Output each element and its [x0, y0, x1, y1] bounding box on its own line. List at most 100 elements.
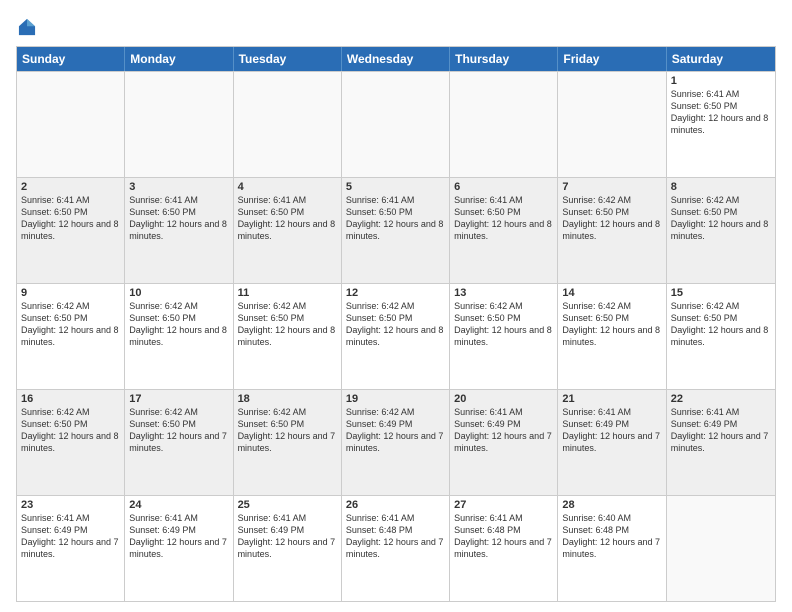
- day-cell-24: 24Sunrise: 6:41 AM Sunset: 6:49 PM Dayli…: [125, 496, 233, 601]
- day-info: Sunrise: 6:42 AM Sunset: 6:50 PM Dayligh…: [21, 300, 120, 349]
- empty-cell: [667, 496, 775, 601]
- day-number: 27: [454, 499, 553, 511]
- day-info: Sunrise: 6:42 AM Sunset: 6:50 PM Dayligh…: [671, 194, 771, 243]
- day-number: 17: [129, 393, 228, 405]
- day-number: 15: [671, 287, 771, 299]
- header-day-tuesday: Tuesday: [234, 47, 342, 71]
- day-cell-22: 22Sunrise: 6:41 AM Sunset: 6:49 PM Dayli…: [667, 390, 775, 495]
- calendar-week-4: 23Sunrise: 6:41 AM Sunset: 6:49 PM Dayli…: [17, 495, 775, 601]
- day-number: 13: [454, 287, 553, 299]
- day-number: 28: [562, 499, 661, 511]
- day-number: 26: [346, 499, 445, 511]
- day-cell-17: 17Sunrise: 6:42 AM Sunset: 6:50 PM Dayli…: [125, 390, 233, 495]
- day-cell-5: 5Sunrise: 6:41 AM Sunset: 6:50 PM Daylig…: [342, 178, 450, 283]
- day-cell-14: 14Sunrise: 6:42 AM Sunset: 6:50 PM Dayli…: [558, 284, 666, 389]
- day-info: Sunrise: 6:41 AM Sunset: 6:49 PM Dayligh…: [671, 406, 771, 455]
- day-number: 1: [671, 75, 771, 87]
- header: [16, 16, 776, 38]
- day-cell-12: 12Sunrise: 6:42 AM Sunset: 6:50 PM Dayli…: [342, 284, 450, 389]
- day-info: Sunrise: 6:42 AM Sunset: 6:50 PM Dayligh…: [129, 406, 228, 455]
- header-day-friday: Friday: [558, 47, 666, 71]
- day-cell-16: 16Sunrise: 6:42 AM Sunset: 6:50 PM Dayli…: [17, 390, 125, 495]
- empty-cell: [342, 72, 450, 177]
- calendar-week-0: 1Sunrise: 6:41 AM Sunset: 6:50 PM Daylig…: [17, 71, 775, 177]
- day-number: 18: [238, 393, 337, 405]
- calendar: SundayMondayTuesdayWednesdayThursdayFrid…: [16, 46, 776, 602]
- header-day-thursday: Thursday: [450, 47, 558, 71]
- calendar-week-1: 2Sunrise: 6:41 AM Sunset: 6:50 PM Daylig…: [17, 177, 775, 283]
- day-cell-11: 11Sunrise: 6:42 AM Sunset: 6:50 PM Dayli…: [234, 284, 342, 389]
- day-cell-8: 8Sunrise: 6:42 AM Sunset: 6:50 PM Daylig…: [667, 178, 775, 283]
- day-cell-7: 7Sunrise: 6:42 AM Sunset: 6:50 PM Daylig…: [558, 178, 666, 283]
- day-number: 2: [21, 181, 120, 193]
- day-info: Sunrise: 6:41 AM Sunset: 6:48 PM Dayligh…: [454, 512, 553, 561]
- day-number: 8: [671, 181, 771, 193]
- day-info: Sunrise: 6:41 AM Sunset: 6:48 PM Dayligh…: [346, 512, 445, 561]
- day-info: Sunrise: 6:42 AM Sunset: 6:50 PM Dayligh…: [129, 300, 228, 349]
- day-info: Sunrise: 6:42 AM Sunset: 6:50 PM Dayligh…: [562, 194, 661, 243]
- calendar-week-3: 16Sunrise: 6:42 AM Sunset: 6:50 PM Dayli…: [17, 389, 775, 495]
- empty-cell: [234, 72, 342, 177]
- day-info: Sunrise: 6:41 AM Sunset: 6:50 PM Dayligh…: [238, 194, 337, 243]
- day-number: 6: [454, 181, 553, 193]
- day-cell-2: 2Sunrise: 6:41 AM Sunset: 6:50 PM Daylig…: [17, 178, 125, 283]
- day-info: Sunrise: 6:41 AM Sunset: 6:49 PM Dayligh…: [129, 512, 228, 561]
- calendar-body: 1Sunrise: 6:41 AM Sunset: 6:50 PM Daylig…: [17, 71, 775, 601]
- day-number: 21: [562, 393, 661, 405]
- logo-icon: [16, 16, 38, 38]
- day-info: Sunrise: 6:41 AM Sunset: 6:50 PM Dayligh…: [346, 194, 445, 243]
- day-info: Sunrise: 6:40 AM Sunset: 6:48 PM Dayligh…: [562, 512, 661, 561]
- day-cell-15: 15Sunrise: 6:42 AM Sunset: 6:50 PM Dayli…: [667, 284, 775, 389]
- day-cell-13: 13Sunrise: 6:42 AM Sunset: 6:50 PM Dayli…: [450, 284, 558, 389]
- day-cell-25: 25Sunrise: 6:41 AM Sunset: 6:49 PM Dayli…: [234, 496, 342, 601]
- day-info: Sunrise: 6:42 AM Sunset: 6:50 PM Dayligh…: [238, 300, 337, 349]
- day-cell-18: 18Sunrise: 6:42 AM Sunset: 6:50 PM Dayli…: [234, 390, 342, 495]
- day-cell-3: 3Sunrise: 6:41 AM Sunset: 6:50 PM Daylig…: [125, 178, 233, 283]
- day-info: Sunrise: 6:41 AM Sunset: 6:50 PM Dayligh…: [129, 194, 228, 243]
- day-info: Sunrise: 6:42 AM Sunset: 6:50 PM Dayligh…: [562, 300, 661, 349]
- empty-cell: [558, 72, 666, 177]
- day-cell-1: 1Sunrise: 6:41 AM Sunset: 6:50 PM Daylig…: [667, 72, 775, 177]
- day-cell-26: 26Sunrise: 6:41 AM Sunset: 6:48 PM Dayli…: [342, 496, 450, 601]
- day-info: Sunrise: 6:41 AM Sunset: 6:49 PM Dayligh…: [238, 512, 337, 561]
- header-day-sunday: Sunday: [17, 47, 125, 71]
- header-day-wednesday: Wednesday: [342, 47, 450, 71]
- day-number: 5: [346, 181, 445, 193]
- day-number: 19: [346, 393, 445, 405]
- day-number: 23: [21, 499, 120, 511]
- day-cell-19: 19Sunrise: 6:42 AM Sunset: 6:49 PM Dayli…: [342, 390, 450, 495]
- day-number: 16: [21, 393, 120, 405]
- day-info: Sunrise: 6:41 AM Sunset: 6:49 PM Dayligh…: [562, 406, 661, 455]
- day-cell-27: 27Sunrise: 6:41 AM Sunset: 6:48 PM Dayli…: [450, 496, 558, 601]
- day-info: Sunrise: 6:41 AM Sunset: 6:49 PM Dayligh…: [21, 512, 120, 561]
- day-cell-20: 20Sunrise: 6:41 AM Sunset: 6:49 PM Dayli…: [450, 390, 558, 495]
- day-number: 12: [346, 287, 445, 299]
- empty-cell: [450, 72, 558, 177]
- day-info: Sunrise: 6:41 AM Sunset: 6:49 PM Dayligh…: [454, 406, 553, 455]
- day-info: Sunrise: 6:42 AM Sunset: 6:50 PM Dayligh…: [671, 300, 771, 349]
- header-day-monday: Monday: [125, 47, 233, 71]
- day-info: Sunrise: 6:41 AM Sunset: 6:50 PM Dayligh…: [21, 194, 120, 243]
- calendar-week-2: 9Sunrise: 6:42 AM Sunset: 6:50 PM Daylig…: [17, 283, 775, 389]
- day-info: Sunrise: 6:42 AM Sunset: 6:50 PM Dayligh…: [21, 406, 120, 455]
- day-number: 24: [129, 499, 228, 511]
- page: SundayMondayTuesdayWednesdayThursdayFrid…: [0, 0, 792, 612]
- day-cell-28: 28Sunrise: 6:40 AM Sunset: 6:48 PM Dayli…: [558, 496, 666, 601]
- day-info: Sunrise: 6:41 AM Sunset: 6:50 PM Dayligh…: [671, 88, 771, 137]
- day-number: 4: [238, 181, 337, 193]
- empty-cell: [17, 72, 125, 177]
- day-number: 10: [129, 287, 228, 299]
- day-cell-9: 9Sunrise: 6:42 AM Sunset: 6:50 PM Daylig…: [17, 284, 125, 389]
- day-number: 14: [562, 287, 661, 299]
- day-info: Sunrise: 6:42 AM Sunset: 6:49 PM Dayligh…: [346, 406, 445, 455]
- day-info: Sunrise: 6:42 AM Sunset: 6:50 PM Dayligh…: [346, 300, 445, 349]
- header-day-saturday: Saturday: [667, 47, 775, 71]
- day-cell-23: 23Sunrise: 6:41 AM Sunset: 6:49 PM Dayli…: [17, 496, 125, 601]
- day-number: 25: [238, 499, 337, 511]
- day-cell-6: 6Sunrise: 6:41 AM Sunset: 6:50 PM Daylig…: [450, 178, 558, 283]
- day-number: 7: [562, 181, 661, 193]
- calendar-header-row: SundayMondayTuesdayWednesdayThursdayFrid…: [17, 47, 775, 71]
- empty-cell: [125, 72, 233, 177]
- day-number: 9: [21, 287, 120, 299]
- logo: [16, 16, 42, 38]
